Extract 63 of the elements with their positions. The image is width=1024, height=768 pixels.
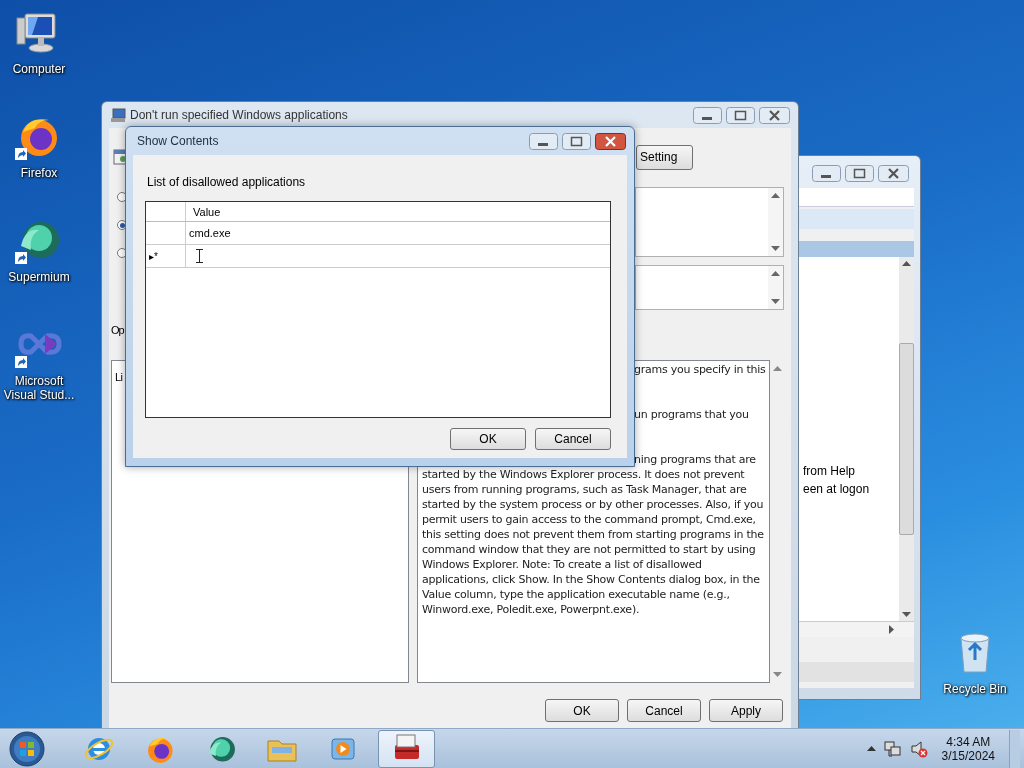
scroll-down-icon[interactable]: [773, 672, 782, 677]
scroll-up-icon[interactable]: [773, 366, 782, 371]
scroll-up-icon[interactable]: [902, 261, 911, 266]
address-field[interactable]: [799, 188, 914, 207]
show-hidden-icons-caret-icon[interactable]: [866, 746, 876, 751]
minimize-button[interactable]: [812, 165, 841, 182]
clock-date[interactable]: 3/15/2024: [941, 748, 995, 763]
section-label: Op: [111, 324, 124, 338]
scrollbar-thumb[interactable]: [899, 343, 914, 535]
help-text-line: users from running programs, such as Task Manager, that are: [422, 482, 748, 497]
ok-button[interactable]: OK: [450, 428, 526, 450]
icon-label[interactable]: Firefox: [0, 166, 78, 180]
active-taskbar-button[interactable]: [378, 729, 435, 768]
minimize-button[interactable]: [529, 132, 558, 150]
text-fragment: grams you specify in this: [634, 362, 765, 377]
maximize-button[interactable]: [726, 106, 755, 124]
cancel-button[interactable]: Cancel: [627, 699, 701, 722]
help-text-line: this setting does not prevent them from starting programs in the: [422, 527, 765, 542]
icon-label[interactable]: Computer: [0, 62, 78, 76]
scroll-down-icon[interactable]: [902, 612, 911, 617]
help-text-line: Windows Explorer. Note: To create a list of disallowed: [422, 557, 703, 572]
list-label: List of disallowed applications: [146, 175, 307, 190]
scroll-right-icon[interactable]: [889, 625, 894, 634]
icon-label[interactable]: Supermium: [0, 270, 78, 284]
text-fragment: from Help: [803, 464, 856, 478]
network-icon[interactable]: [883, 739, 902, 758]
text-fragment: Li: [115, 371, 123, 383]
scroll-up-icon[interactable]: [771, 271, 780, 276]
help-text-line: started by the system process or by other processes. Also, if you: [422, 497, 765, 512]
text-fragment: ning programs that are: [634, 452, 757, 467]
apply-button[interactable]: Apply: [709, 699, 783, 722]
help-text-line: started by the Windows Explorer process. It does not prevent: [422, 467, 746, 482]
icon-label[interactable]: Microsoft Visual Stud...: [0, 374, 78, 402]
scroll-down-icon[interactable]: [771, 246, 780, 251]
new-row-marker: ▸*: [146, 245, 186, 267]
maximize-button[interactable]: [562, 132, 591, 150]
close-button[interactable]: [759, 106, 790, 124]
help-text-line: permit users to gain access to the command prompt, Cmd.exe,: [422, 512, 757, 527]
maximize-button[interactable]: [845, 165, 874, 182]
column-header[interactable]: Value: [186, 202, 610, 221]
help-text-line: Winword.exe, Poledit.exe, Powerpnt.exe).: [422, 602, 641, 617]
scroll-down-icon[interactable]: [771, 299, 780, 304]
dialog-title: Show Contents: [137, 134, 220, 148]
minimize-button[interactable]: [693, 106, 722, 124]
close-button[interactable]: [595, 132, 626, 150]
text-fragment: een at logon: [803, 482, 871, 496]
text-fragment: un programs that you: [634, 407, 750, 422]
table-cell[interactable]: cmd.exe: [186, 222, 610, 244]
cancel-button[interactable]: Cancel: [535, 428, 611, 450]
setting-button[interactable]: Setting: [636, 144, 693, 170]
ok-button[interactable]: OK: [545, 699, 619, 722]
text-cursor-icon: [196, 249, 203, 263]
help-text-line: command window that they are not permitted to start by using: [422, 542, 757, 557]
scroll-up-icon[interactable]: [771, 193, 780, 198]
vertical-scrollbar[interactable]: [899, 257, 914, 621]
help-text-line: Value column, type the application executable name (e.g.,: [422, 587, 731, 602]
window-title: Don't run specified Windows applications: [130, 108, 349, 122]
start-button[interactable]: [9, 730, 45, 767]
close-button[interactable]: [878, 165, 909, 182]
clock-time[interactable]: 4:34 AM: [946, 734, 991, 749]
speaker-muted-icon[interactable]: [909, 739, 928, 758]
window-computer-icon: [110, 107, 126, 123]
help-text-line: applications, click Show. In the Show Contents dialog box, in the: [422, 572, 761, 587]
